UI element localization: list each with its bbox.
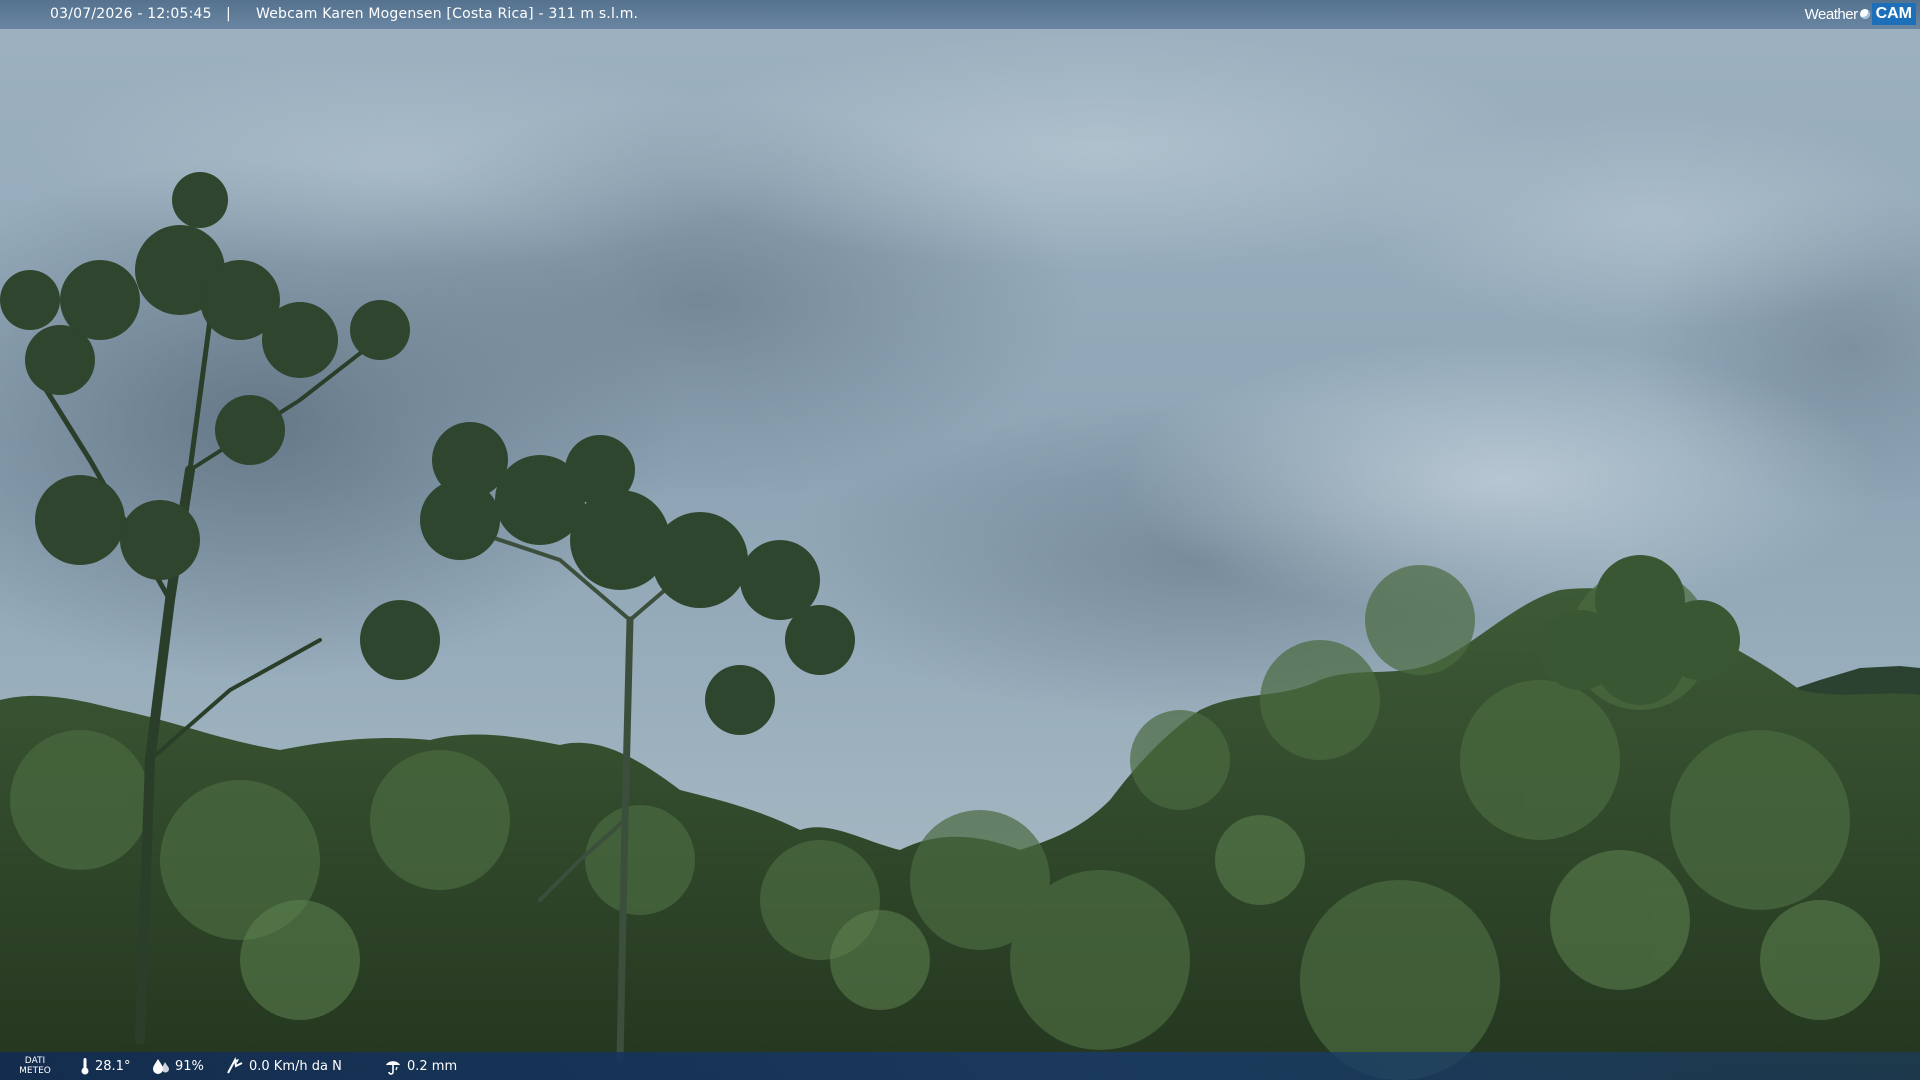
weather-label-line1: DATI: [24, 1056, 46, 1066]
cloud: [1120, 340, 1880, 620]
weather-data-label: DATI METEO: [18, 1056, 52, 1076]
webcam-title: Webcam Karen Mogensen [Costa Rica] - 311…: [256, 6, 639, 22]
humidity-value: 91%: [175, 1058, 204, 1074]
wind-value: 0.0 Km/h da N: [249, 1058, 342, 1074]
weather-data-bar: DATI METEO 28.1° 91% 0.0 Km/h da N 0.2 m…: [0, 1052, 1920, 1080]
webcam-header-bar: 03/07/2026 - 12:05:45 | Webcam Karen Mog…: [0, 0, 1920, 29]
thermometer-icon: [80, 1057, 90, 1075]
wind-icon: [226, 1057, 244, 1075]
humidity-reading: 91%: [152, 1052, 204, 1080]
cloud: [20, 50, 780, 270]
webcam-frame: 03/07/2026 - 12:05:45 | Webcam Karen Mog…: [0, 0, 1920, 1080]
weathercam-logo[interactable]: Weather CAM: [1805, 3, 1916, 25]
webcam-image: [0, 0, 1920, 1080]
header-separator: |: [226, 6, 231, 22]
wind-reading: 0.0 Km/h da N: [226, 1052, 342, 1080]
rain-value: 0.2 mm: [407, 1058, 458, 1074]
logo-cam: CAM: [1871, 3, 1916, 25]
rain-reading: 0.2 mm: [384, 1052, 457, 1080]
logo-word: Weather: [1804, 5, 1858, 23]
temperature-reading: 28.1°: [80, 1052, 130, 1080]
weather-label-line2: METEO: [19, 1066, 51, 1076]
temperature-value: 28.1°: [95, 1058, 131, 1074]
rain-icon: [384, 1057, 402, 1075]
timestamp: 03/07/2026 - 12:05:45: [50, 6, 212, 22]
humidity-drop-icon: [152, 1058, 170, 1074]
logo-dot-icon: [1859, 9, 1870, 19]
